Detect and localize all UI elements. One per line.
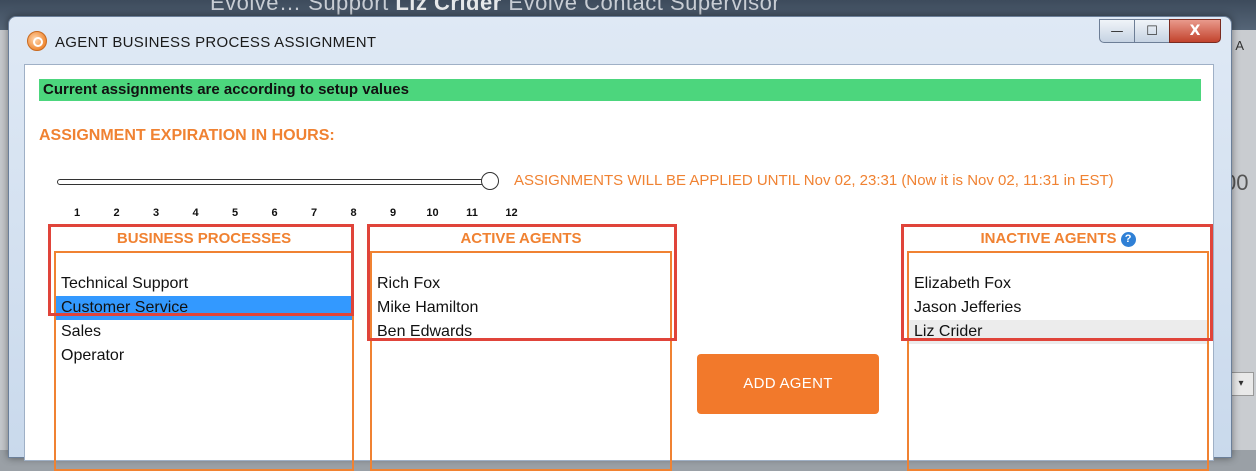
assignment-until-text: ASSIGNMENTS WILL BE APPLIED UNTIL Nov 02… [514, 172, 1114, 189]
expiration-slider-track[interactable] [57, 179, 484, 185]
hour-tick-3: 3 [152, 207, 160, 219]
window-controls: — ☐ X [1099, 19, 1221, 43]
expiration-slider-thumb[interactable] [481, 172, 499, 190]
hour-tick-5: 5 [231, 207, 239, 219]
status-banner: Current assignments are according to set… [39, 79, 1201, 101]
hour-tick-4: 4 [192, 207, 199, 219]
business-process-item[interactable]: Operator [56, 344, 352, 368]
hour-tick-8: 8 [350, 207, 357, 219]
background-app-title: Evolve… Support Liz Crider Evolve Contac… [210, 0, 780, 16]
hour-tick-11: 11 [466, 207, 478, 219]
hour-tick-12: 12 [505, 207, 518, 219]
background-title-user: Liz Crider [395, 0, 502, 15]
expiration-label: ASSIGNMENT EXPIRATION IN HOURS: [39, 127, 335, 144]
highlight-box-inactive-agents [901, 224, 1213, 341]
maximize-button[interactable]: ☐ [1134, 19, 1170, 43]
dialog-content: Current assignments are according to set… [24, 64, 1214, 471]
hour-tick-labels: 1 2 3 4 5 6 7 8 9 10 11 12 [25, 207, 525, 223]
hour-tick-9: 9 [389, 207, 397, 219]
highlight-box-business-processes [48, 224, 354, 316]
background-title-part1: Evolve… Support [210, 0, 389, 15]
hour-tick-2: 2 [113, 207, 120, 219]
add-agent-button[interactable]: ADD AGENT [697, 354, 879, 414]
assignment-dialog: AGENT BUSINESS PROCESS ASSIGNMENT — ☐ X … [8, 16, 1232, 471]
hour-tick-7: 7 [310, 207, 318, 219]
window-title: AGENT BUSINESS PROCESS ASSIGNMENT [55, 34, 377, 51]
app-logo-icon [27, 31, 47, 51]
hour-tick-10: 10 [426, 207, 439, 219]
background-title-part2: Evolve Contact Supervisor [508, 0, 781, 15]
close-button[interactable]: X [1169, 19, 1221, 43]
minimize-button[interactable]: — [1099, 19, 1135, 43]
hour-tick-1: 1 [73, 207, 81, 219]
highlight-box-active-agents [367, 224, 677, 341]
business-process-item[interactable]: Sales [56, 320, 352, 344]
hour-tick-6: 6 [271, 207, 278, 219]
title-bar[interactable]: AGENT BUSINESS PROCESS ASSIGNMENT — ☐ X [9, 17, 1231, 63]
